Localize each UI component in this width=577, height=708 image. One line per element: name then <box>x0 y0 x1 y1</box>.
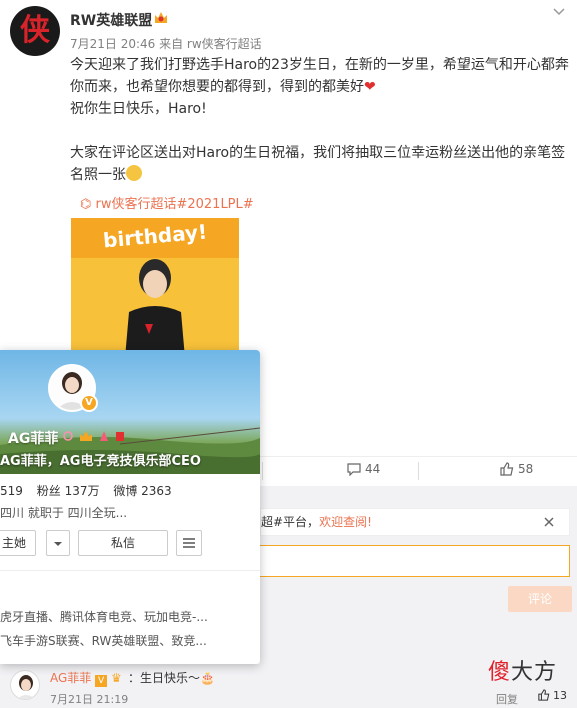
author-name[interactable]: RW英雄联盟 <box>70 10 152 30</box>
followers-label: 粉丝 <box>36 484 61 498</box>
profile-bio: AG菲菲，AG电子竞技俱乐部CEO <box>0 454 201 469</box>
comment-like-count: 13 <box>553 689 567 702</box>
notice-link[interactable]: 欢迎查阅! <box>319 515 372 529</box>
close-icon[interactable] <box>543 516 555 528</box>
commenter-name[interactable]: AG菲菲 V ♛ <box>50 669 122 687</box>
topic-label: rw侠客行超话#2021LPL# <box>95 197 254 212</box>
comment-icon <box>347 463 361 477</box>
follow-button[interactable]: 主她 <box>0 530 36 556</box>
watermark-red: 傻 <box>488 660 512 685</box>
heart-icon: ❤ <box>364 79 376 95</box>
comment-text-label: ：生日快乐～ <box>128 671 201 685</box>
commenter-name-label: AG菲菲 <box>50 671 92 685</box>
profile-tags-line: 飞车手游S联赛、RW英雄联盟、致竞... <box>0 634 207 648</box>
comment-like-button[interactable]: 13 <box>538 689 567 702</box>
post-line: 今天迎来了我们打野选手Haro的23岁生日，在新的一岁里，希望运气和开心都奔 <box>70 57 569 73</box>
member-crown-icon: ♛ <box>110 671 122 685</box>
submit-comment-button[interactable]: 评论 <box>508 586 572 612</box>
profile-stats: 519 粉丝 137万 微博 2363 <box>0 482 182 499</box>
author-avatar[interactable]: 侠 <box>10 6 60 56</box>
thumbs-up-icon <box>538 689 550 701</box>
watermark-rest: 大方 <box>511 660 558 685</box>
post-line: 祝你生日快乐，Haro! <box>70 101 207 117</box>
commenter-avatar[interactable] <box>10 670 40 700</box>
notice-text: 超#平台， <box>261 515 320 529</box>
notice-bar: 超#平台，欢迎查阅! <box>260 508 570 536</box>
profile-hover-card: V AG菲菲 AG菲菲，AG电子竞技俱乐部CEO 519 粉丝 137万 微博 … <box>0 350 260 664</box>
posts-count: 2363 <box>141 484 172 498</box>
member-badge-icon <box>155 12 167 23</box>
watermark: 傻大方 <box>488 654 557 686</box>
rw-logo: 侠 <box>20 13 50 48</box>
profile-name[interactable]: AG菲菲 <box>8 428 58 448</box>
more-menu-button[interactable] <box>176 530 202 556</box>
post-image[interactable]: birthday! <box>71 218 239 356</box>
like-button[interactable]: 58 <box>500 462 533 476</box>
verified-icon: V <box>95 675 108 687</box>
thumbs-up-icon <box>500 462 514 476</box>
comment-input[interactable] <box>258 545 570 577</box>
profile-tags-line: 虎牙直播、腾讯体育电竞、玩加电竞-... <box>0 610 208 624</box>
posts-label: 微博 <box>113 484 138 498</box>
follow-options-button[interactable] <box>46 530 70 556</box>
post-line: 你而来，也希望你想要的都得到，得到的都美好 <box>70 79 364 95</box>
comment-time: 7月21日 21:19 <box>50 693 129 706</box>
cake-emoji-icon: 🎂 <box>200 671 215 685</box>
message-button[interactable]: 私信 <box>78 530 168 556</box>
followers-count: 137万 <box>64 484 100 498</box>
player-photo <box>125 259 185 356</box>
followers-stat[interactable]: 粉丝 137万 <box>37 484 100 498</box>
divider <box>0 570 260 571</box>
post-meta: 7月21日 20:46 来自 rw侠客行超话 <box>70 37 262 51</box>
menu-icon <box>183 538 195 548</box>
like-count: 58 <box>518 462 534 476</box>
comment-count: 44 <box>365 462 381 476</box>
caret-down-icon <box>54 542 62 546</box>
divider <box>418 462 419 480</box>
reply-button[interactable]: 回复 <box>496 691 518 707</box>
post-line: 名照一张 <box>70 167 126 183</box>
comment-text: ：生日快乐～🎂 <box>128 669 215 686</box>
posts-stat[interactable]: 微博 2363 <box>113 484 171 498</box>
smile-emoji-icon <box>126 165 142 181</box>
profile-badges-icon <box>63 431 124 441</box>
following-count[interactable]: 519 <box>0 484 23 498</box>
post-line: 大家在评论区送出对Haro的生日祝福，我们将抽取三位幸运粉丝送出他的亲笔签 <box>70 145 566 161</box>
profile-location: 四川 就职于 四川全玩... <box>0 506 128 520</box>
verified-icon: V <box>80 394 98 412</box>
post-body: 今天迎来了我们打野选手Haro的23岁生日，在新的一岁里，希望运气和开心都奔 你… <box>70 54 570 186</box>
comment-button[interactable]: 44 <box>347 462 381 477</box>
topic-link[interactable]: ⌬ rw侠客行超话#2021LPL# <box>80 193 254 212</box>
topic-icon: ⌬ <box>80 197 96 212</box>
chevron-down-icon[interactable] <box>551 4 567 20</box>
divider <box>262 462 263 480</box>
